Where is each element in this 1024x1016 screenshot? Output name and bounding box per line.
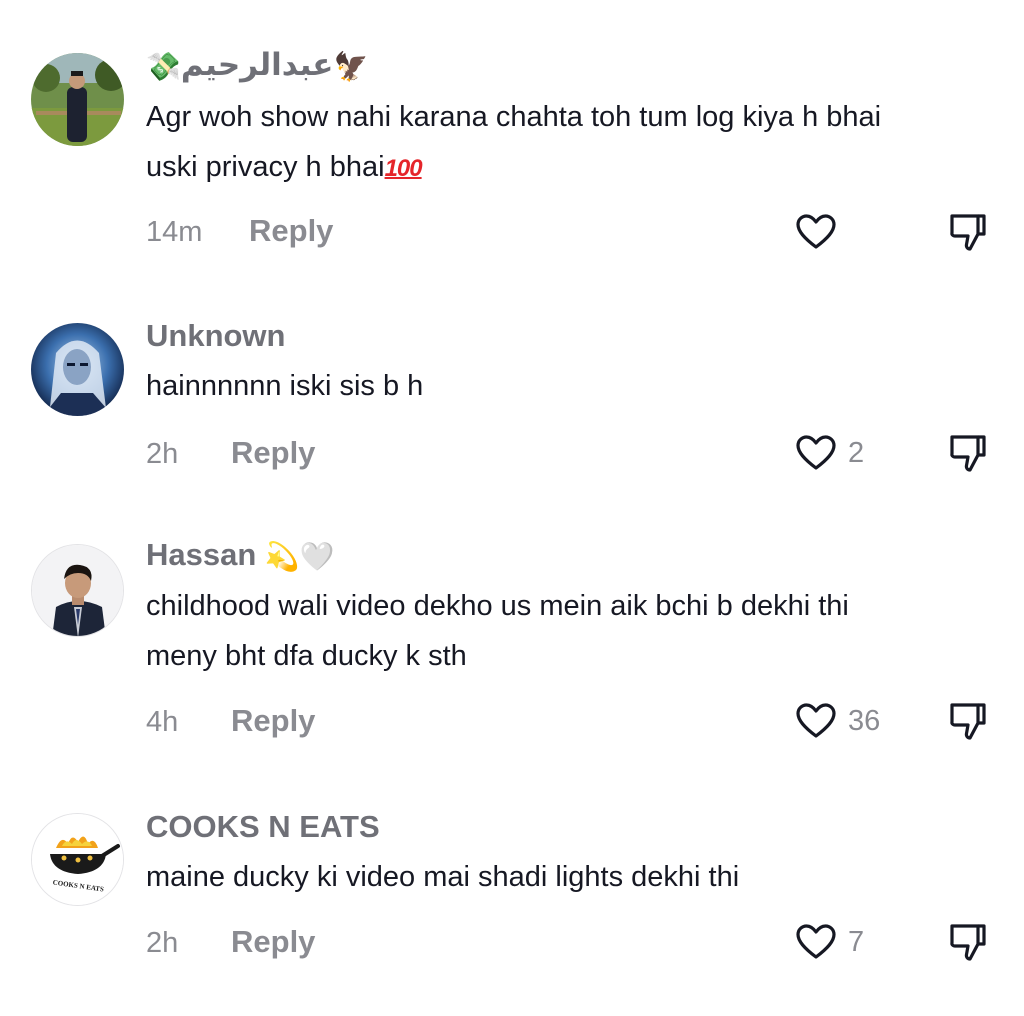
comment-text-line: maine ducky ki video mai shadi lights de… <box>146 861 740 893</box>
like-count: 7 <box>848 926 865 958</box>
username-text: Hassan <box>146 537 257 572</box>
money-emoji-icon: 💸 <box>146 50 181 82</box>
heart-outline-icon[interactable] <box>796 703 836 739</box>
comment-text-line: uski privacy h bhai100 <box>146 151 423 183</box>
comment-text: Agr woh show nahi karana chahta toh tum … <box>146 92 996 194</box>
eagle-emoji-icon: 🦅 <box>333 50 369 82</box>
heart-outline-icon[interactable] <box>796 435 836 471</box>
reply-button[interactable]: Reply <box>231 924 315 960</box>
heart-outline-icon[interactable] <box>796 924 836 960</box>
comment-text-line: hainnnnnn iski sis b h <box>146 370 424 402</box>
reply-button[interactable]: Reply <box>249 213 333 249</box>
comment-time: 14m <box>146 216 203 248</box>
heart-outline-icon[interactable] <box>796 214 836 250</box>
avatar[interactable] <box>31 544 124 637</box>
comment-time: 2h <box>146 927 179 959</box>
thumbs-down-outline-icon[interactable] <box>948 701 988 741</box>
like-count: 2 <box>848 437 865 469</box>
comment-text: maine ducky ki video mai shadi lights de… <box>146 852 996 902</box>
comment-time: 4h <box>146 706 179 738</box>
thumbs-down-outline-icon[interactable] <box>948 922 988 962</box>
username-text: عبدالرحيم <box>180 47 334 82</box>
thumbs-down-outline-icon[interactable] <box>948 433 988 473</box>
username[interactable]: COOKS N EATS <box>146 809 380 845</box>
comment-text-line: meny bht dfa ducky k sth <box>146 640 467 672</box>
comment-text-line: Agr woh show nahi karana chahta toh tum … <box>146 101 882 133</box>
avatar[interactable]: COOKS N EATS <box>31 813 124 906</box>
comment-text-line: childhood wali video dekho us mein aik b… <box>146 590 849 622</box>
username[interactable]: 💸عبدالرحيم🦅 <box>146 47 368 85</box>
comment-time: 2h <box>146 438 179 470</box>
hundred-points-emoji-icon: 100 <box>384 155 423 182</box>
reply-button[interactable]: Reply <box>231 703 315 739</box>
username[interactable]: Hassan 💫🤍 <box>146 537 335 575</box>
username[interactable]: Unknown <box>146 318 286 354</box>
avatar[interactable] <box>31 323 124 416</box>
reply-button[interactable]: Reply <box>231 435 315 471</box>
comment-text: childhood wali video dekho us mein aik b… <box>146 581 996 681</box>
like-count: 36 <box>848 705 881 737</box>
thumbs-down-outline-icon[interactable] <box>948 212 988 252</box>
avatar[interactable] <box>31 53 124 146</box>
comment-text: hainnnnnn iski sis b h <box>146 361 996 411</box>
dizzy-white-heart-emoji-icon: 💫🤍 <box>264 540 335 572</box>
